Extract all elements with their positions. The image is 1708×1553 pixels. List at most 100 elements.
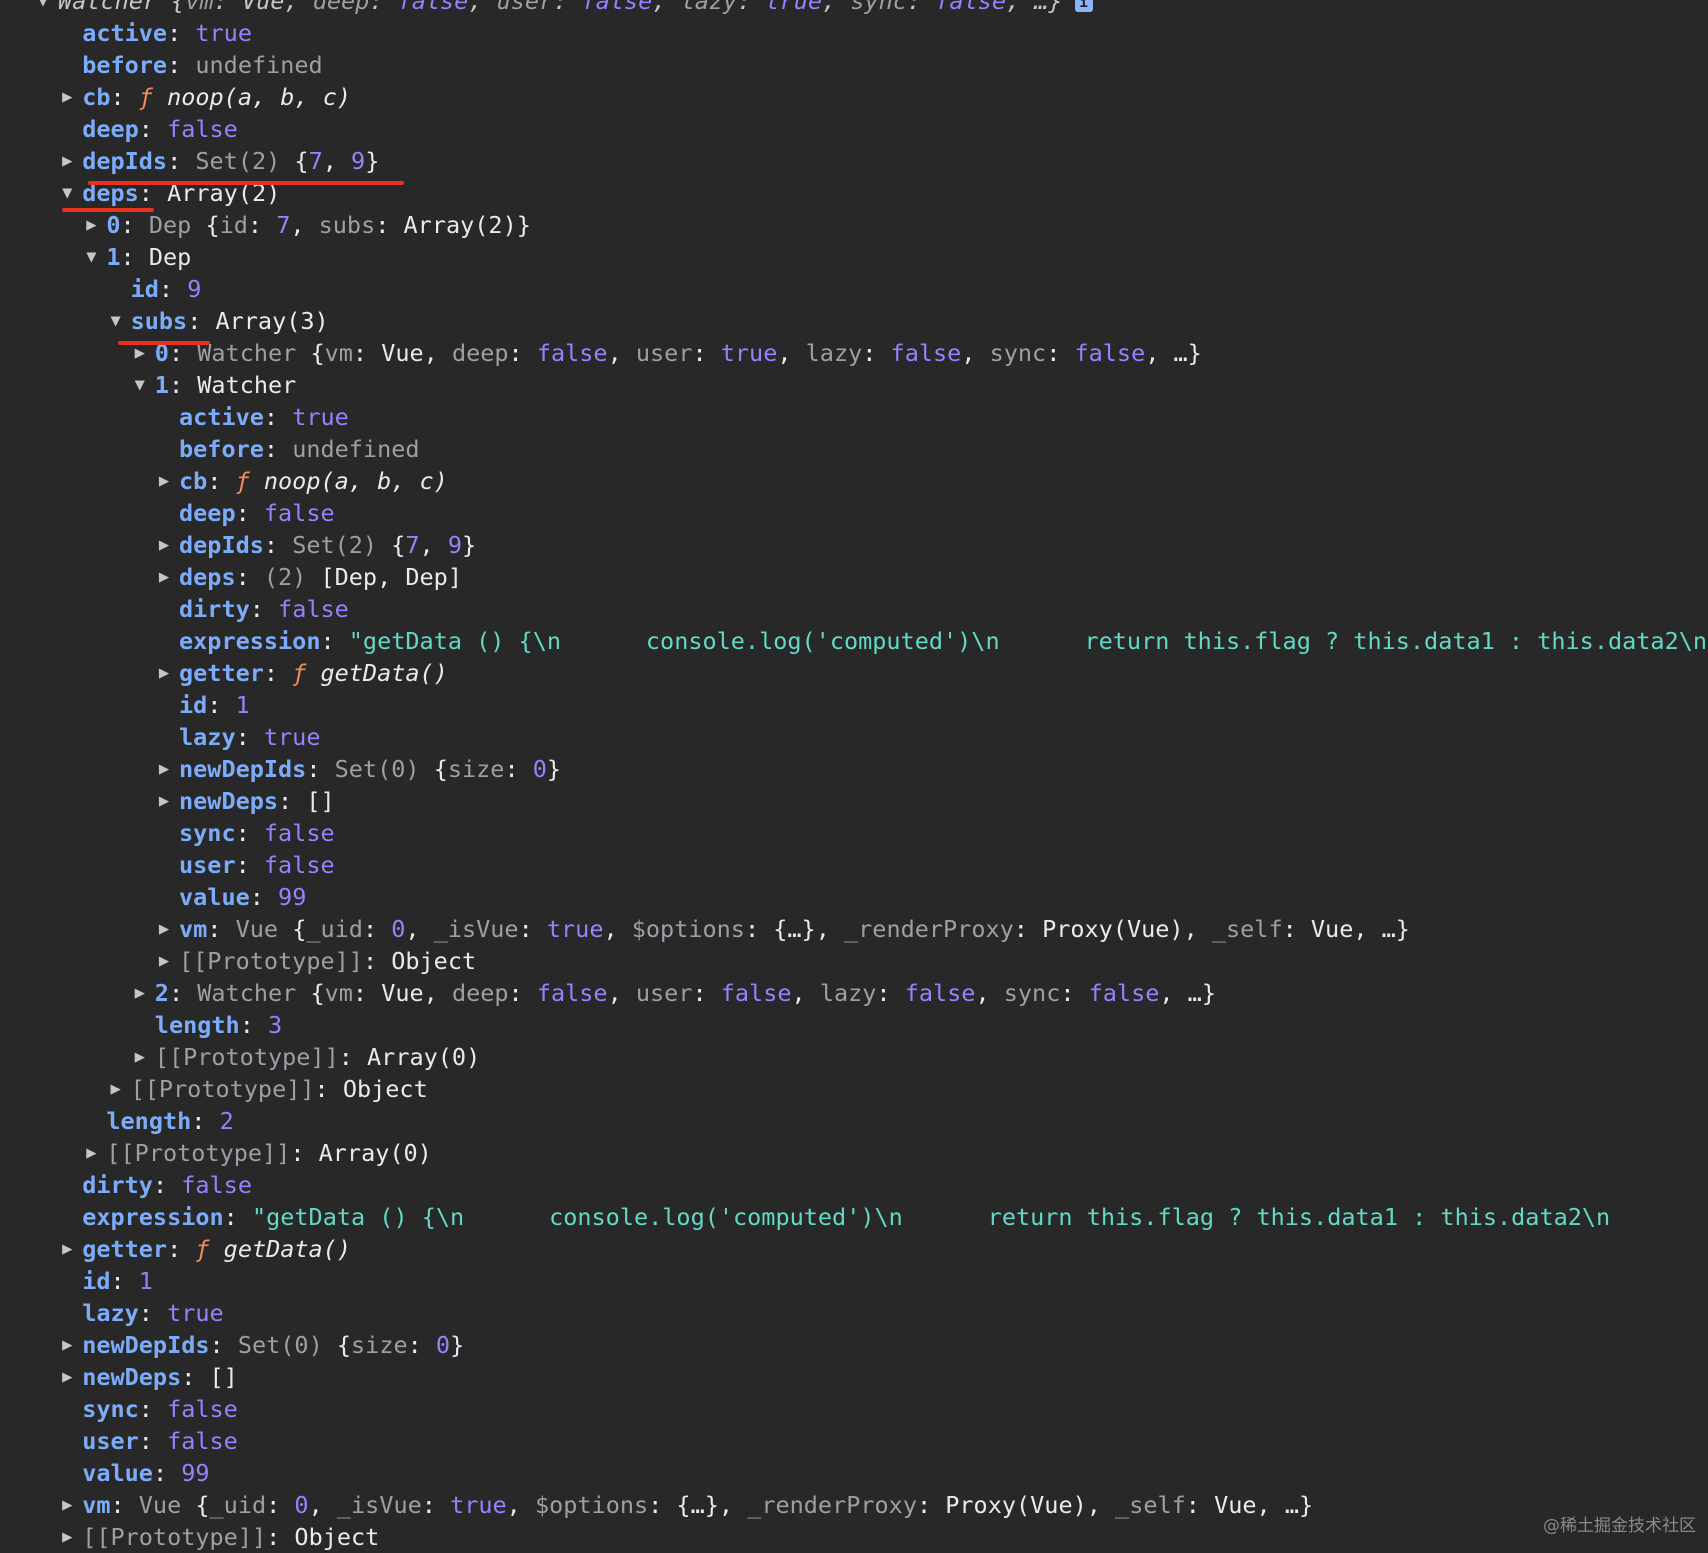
expanded-triangle-icon[interactable]: ▼ — [82, 241, 100, 273]
collapsed-triangle-icon[interactable]: ▶ — [155, 753, 173, 785]
collapsed-triangle-icon[interactable]: ▶ — [155, 913, 173, 945]
property-value-part: deep — [312, 0, 370, 15]
property-value-part: : — [266, 1491, 295, 1519]
expanded-triangle-icon[interactable]: ▼ — [34, 0, 52, 17]
property-value-part: false — [536, 979, 608, 1007]
collapsed-triangle-icon[interactable]: ▶ — [58, 1233, 76, 1265]
collapsed-triangle-icon[interactable]: ▶ — [58, 1489, 76, 1521]
tree-row[interactable]: ▶ [[Prototype]]: Array(0) — [0, 1041, 1708, 1073]
property-value-part: Watcher — [197, 979, 311, 1007]
collapsed-triangle-icon[interactable]: ▶ — [155, 785, 173, 817]
tree-row[interactable]: ▶ [[Prototype]]: Object — [0, 1521, 1708, 1553]
tree-row[interactable]: ▶ 2: Watcher {vm: Vue, deep: false, user:… — [0, 977, 1708, 1009]
tree-row[interactable]: ▶ [[Prototype]]: Array(0) — [0, 1137, 1708, 1169]
collapsed-triangle-icon[interactable]: ▶ — [155, 465, 173, 497]
tree-row[interactable]: ▶ newDeps: [] — [0, 785, 1708, 817]
property-key: user — [82, 1427, 139, 1455]
tree-row[interactable]: ▶ cb: ƒ noop(a, b, c) — [0, 465, 1708, 497]
tree-row[interactable]: ▶ newDeps: [] — [0, 1361, 1708, 1393]
tree-row[interactable]: ▶ vm: Vue {_uid: 0, _isVue: true, $option… — [0, 1489, 1708, 1521]
collapsed-triangle-icon[interactable]: ▶ — [131, 977, 149, 1009]
property-value-part: { — [195, 1491, 210, 1519]
tree-row[interactable]: ▶ cb: ƒ noop(a, b, c) — [0, 81, 1708, 113]
expanded-triangle-icon[interactable]: ▼ — [58, 177, 76, 209]
collapsed-triangle-icon[interactable]: ▶ — [58, 81, 76, 113]
expanded-triangle-icon[interactable]: ▼ — [107, 305, 125, 337]
tree-row: before: undefined — [0, 49, 1708, 81]
property-value-part: vm — [185, 0, 214, 15]
property-value-part: : Vue, — [213, 0, 313, 15]
collapsed-triangle-icon[interactable]: ▶ — [58, 145, 76, 177]
property-value-part: sync — [850, 0, 907, 15]
tree-row[interactable]: ▶ newDepIds: Set(0) {size: 0} — [0, 753, 1708, 785]
property-value-part: lazy — [805, 339, 863, 367]
tree-row[interactable]: ▶ [[Prototype]]: Object — [0, 1073, 1708, 1105]
property-value-part: : — [352, 339, 382, 367]
property-value-part: : — [906, 0, 936, 15]
collapsed-triangle-icon[interactable]: ▶ — [58, 1521, 76, 1553]
property-value-part: Vue — [235, 915, 293, 943]
tree-row[interactable]: ▶ newDepIds: Set(0) {size: 0} — [0, 1329, 1708, 1361]
property-value-part: 99 — [181, 1459, 210, 1487]
property-value-part: : {…}, — [648, 1491, 748, 1519]
property-value-part: : — [167, 1235, 196, 1263]
collapsed-triangle-icon[interactable]: ▶ — [155, 561, 173, 593]
collapsed-triangle-icon[interactable]: ▶ — [107, 1073, 125, 1105]
property-value-part: Set(0) — [237, 1331, 337, 1359]
property-value-part: false — [904, 979, 976, 1007]
property-value-part: : — [407, 1331, 436, 1359]
tree-row[interactable]: ▶ depIds: Set(2) {7, 9} — [0, 145, 1708, 177]
tree-row[interactable]: ▼ Watcher {vm: Vue, deep: false, user: fa… — [0, 0, 1708, 17]
property-value-part: : — [138, 1427, 168, 1455]
tree-row: lazy: true — [0, 1297, 1708, 1329]
tree-row: deep: false — [0, 497, 1708, 529]
info-icon[interactable]: i — [1074, 0, 1093, 12]
collapsed-triangle-icon[interactable]: ▶ — [155, 529, 173, 561]
property-value-part: : — [152, 1171, 182, 1199]
property-key: sync — [179, 819, 236, 847]
collapsed-triangle-icon[interactable]: ▶ — [82, 1137, 100, 1169]
collapsed-triangle-icon[interactable]: ▶ — [82, 209, 100, 241]
property-value-part: : — [352, 979, 382, 1007]
property-value-part: ƒ — [235, 467, 264, 495]
property-key: subs — [130, 307, 188, 335]
property-value-part: Vue — [381, 979, 424, 1007]
collapsed-triangle-icon[interactable]: ▶ — [131, 1041, 149, 1073]
tree-row[interactable]: ▶ deps: (2) [Dep, Dep] — [0, 561, 1708, 593]
tree-row[interactable]: ▶ 0: Dep {id: 7, subs: Array(2)} — [0, 209, 1708, 241]
expanded-triangle-icon[interactable]: ▼ — [131, 369, 149, 401]
tree-row[interactable]: ▶ 0: Watcher {vm: Vue, deep: false, user:… — [0, 337, 1708, 369]
property-value-part: [Dep, Dep] — [320, 563, 462, 591]
collapsed-triangle-icon[interactable]: ▶ — [58, 1329, 76, 1361]
tree-row[interactable]: ▶ getter: ƒ getData() — [0, 1233, 1708, 1265]
property-value-part: : — [290, 1139, 319, 1167]
tree-row[interactable]: ▶ vm: Vue {_uid: 0, _isVue: true, $option… — [0, 913, 1708, 945]
property-value-part: , …} — [1145, 339, 1202, 367]
subs-underline — [118, 341, 210, 345]
property-key: 2 — [154, 979, 169, 1007]
property-value-part: "getData () {\n console.log('computed')\… — [348, 627, 1708, 655]
tree-row[interactable]: ▼ 1: Dep — [0, 241, 1708, 273]
property-value-part: ƒ — [195, 1235, 224, 1263]
collapsed-triangle-icon[interactable]: ▶ — [155, 945, 173, 977]
property-value-part: Set(0) — [334, 755, 434, 783]
property-value-part: user — [635, 979, 693, 1007]
collapsed-triangle-icon[interactable]: ▶ — [58, 1361, 76, 1393]
tree-row[interactable]: ▶ getter: ƒ getData() — [0, 657, 1708, 689]
property-text: newDeps: [] — [179, 785, 335, 817]
tree-row[interactable]: ▼ subs: Array(3) — [0, 305, 1708, 337]
tree-row[interactable]: ▼ 1: Watcher — [0, 369, 1708, 401]
collapsed-triangle-icon[interactable]: ▶ — [155, 657, 173, 689]
property-value-part: , — [506, 1491, 535, 1519]
property-text: active: true — [82, 17, 252, 49]
property-key: [[Prototype]] — [106, 1139, 291, 1167]
property-value-part: : — [1046, 339, 1075, 367]
property-value-part: , — [1086, 1491, 1116, 1519]
property-key: user — [179, 851, 236, 879]
property-value-part: , — [607, 979, 636, 1007]
property-key: depIds — [82, 147, 168, 175]
tree-row[interactable]: ▶ depIds: Set(2) {7, 9} — [0, 529, 1708, 561]
property-key: [[Prototype]] — [154, 1043, 339, 1071]
tree-row[interactable]: ▶ [[Prototype]]: Object — [0, 945, 1708, 977]
object-inspector-tree: ▼ Watcher { vm: Vue, deep: false, user: fa… — [0, 0, 1708, 1553]
